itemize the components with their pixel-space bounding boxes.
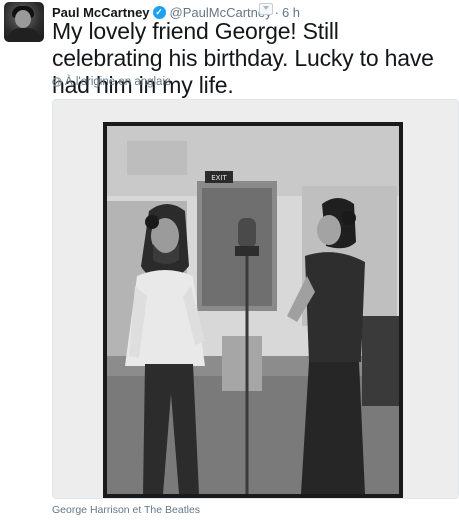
globe-icon: [52, 77, 62, 87]
tweet-photo[interactable]: EXIT: [103, 122, 403, 498]
avatar[interactable]: [4, 2, 44, 42]
avatar-body: [8, 28, 40, 42]
translation-note[interactable]: À l'origine en anglais: [52, 76, 171, 88]
translation-label: À l'origine en anglais: [65, 76, 171, 88]
media-container[interactable]: EXIT: [52, 99, 459, 499]
exit-sign: EXIT: [211, 174, 227, 182]
avatar-face: [15, 10, 31, 28]
more-options-caret-icon[interactable]: [259, 3, 273, 15]
photo-caption: George Harrison et The Beatles: [52, 504, 201, 516]
studio-photo-image: EXIT: [107, 126, 399, 494]
tweet: Paul McCartney ✓ @PaulMcCartney · 6 h My…: [0, 0, 459, 520]
verified-badge-icon: ✓: [152, 5, 166, 19]
